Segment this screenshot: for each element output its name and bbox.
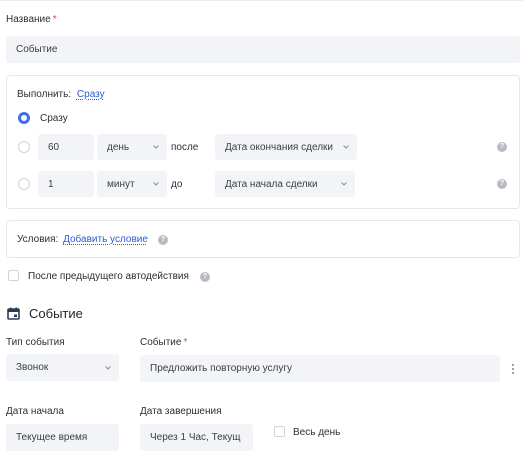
amount-input-2[interactable]: 1 <box>38 171 94 197</box>
conditions-label: Условия: Добавить условие <box>17 234 148 245</box>
amount-input-1[interactable]: 60 <box>38 134 94 160</box>
unit-value-2: минут <box>107 178 135 190</box>
amount-value-1: 60 <box>48 141 60 153</box>
after-previous-label: После предыдущего автодействия <box>28 271 189 282</box>
end-date-label: Дата завершения <box>140 406 222 417</box>
amount-value-2: 1 <box>48 178 54 190</box>
event-input[interactable]: Предложить повторную услугу <box>140 355 500 382</box>
help-icon[interactable]: ? <box>200 272 210 282</box>
unit-select-2[interactable]: минут <box>97 171 167 197</box>
event-type-value: Звонок <box>16 362 49 373</box>
help-icon[interactable]: ? <box>497 179 507 189</box>
execute-label: Выполнить: Сразу <box>17 89 105 100</box>
all-day-checkbox[interactable] <box>274 426 285 437</box>
event-type-label: Тип события <box>6 337 65 348</box>
radio-relative-1[interactable] <box>18 141 30 153</box>
relation-label-2: до <box>171 179 183 190</box>
start-date-label: Дата начала <box>6 406 64 417</box>
event-label: Событие * <box>140 337 188 348</box>
section-title: Событие <box>29 306 83 321</box>
all-day-label: Весь день <box>293 427 341 438</box>
chevron-down-icon <box>341 182 347 186</box>
unit-value-1: день <box>107 141 130 153</box>
name-input-value: Событие <box>16 44 58 55</box>
execute-mode-link[interactable]: Сразу <box>77 89 105 100</box>
more-vertical-icon[interactable] <box>511 363 515 375</box>
target-select-2[interactable]: Дата начала сделки <box>215 171 355 197</box>
target-select-1[interactable]: Дата окончания сделки <box>215 134 357 160</box>
radio-relative-2[interactable] <box>18 178 30 190</box>
relation-label-1: после <box>171 142 199 153</box>
target-value-2: Дата начала сделки <box>225 178 318 190</box>
target-value-1: Дата окончания сделки <box>225 141 333 153</box>
end-date-input[interactable]: Через 1 Час, Текущ <box>140 424 253 451</box>
help-icon[interactable]: ? <box>158 235 168 245</box>
unit-select-1[interactable]: день <box>97 134 167 160</box>
name-input[interactable]: Событие <box>6 36 520 63</box>
end-date-value: Через 1 Час, Текущ <box>150 432 241 443</box>
event-value: Предложить повторную услугу <box>150 363 292 374</box>
chevron-down-icon <box>343 145 349 149</box>
radio-immediately[interactable] <box>18 112 30 124</box>
after-previous-checkbox[interactable] <box>8 270 19 281</box>
name-label: Название * <box>6 14 57 25</box>
chevron-down-icon <box>153 182 159 186</box>
start-date-input[interactable]: Текущее время <box>6 424 119 451</box>
radio-immediately-label: Сразу <box>40 113 68 124</box>
calendar-icon <box>7 307 20 320</box>
event-type-select[interactable]: Звонок <box>6 354 119 381</box>
help-icon[interactable]: ? <box>497 142 507 152</box>
top-divider <box>0 0 523 2</box>
chevron-down-icon <box>105 365 111 370</box>
add-condition-link[interactable]: Добавить условие <box>63 234 148 245</box>
start-date-value: Текущее время <box>16 432 88 443</box>
chevron-down-icon <box>153 145 159 149</box>
